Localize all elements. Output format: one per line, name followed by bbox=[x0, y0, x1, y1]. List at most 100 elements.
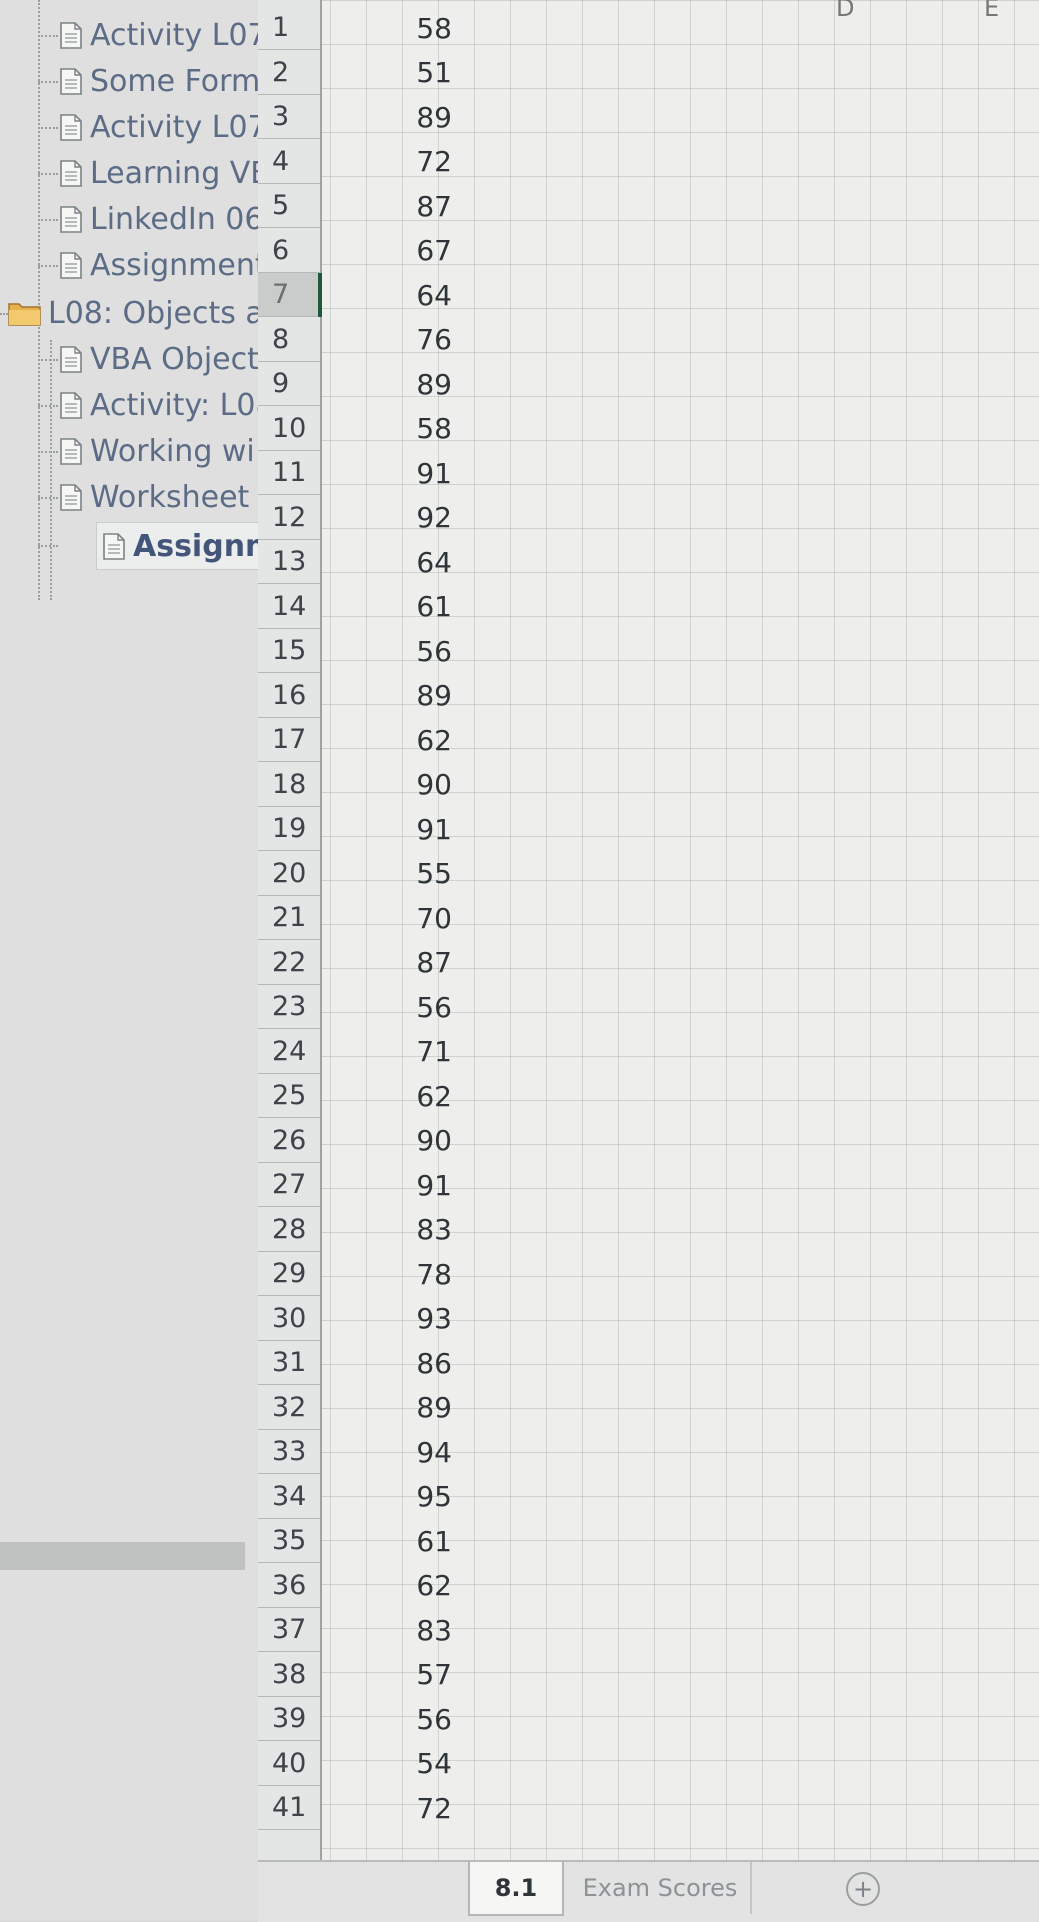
row-header[interactable]: 30 bbox=[258, 1297, 320, 1341]
row-header[interactable]: 34 bbox=[258, 1475, 320, 1519]
tree-doc-item[interactable]: Worksheet bbox=[60, 474, 249, 520]
cell-value[interactable]: 94 bbox=[320, 1430, 460, 1474]
row-header[interactable]: 37 bbox=[258, 1608, 320, 1652]
cell-value[interactable]: 72 bbox=[320, 140, 460, 184]
cell-value[interactable]: 56 bbox=[320, 985, 460, 1029]
cell-value[interactable]: 92 bbox=[320, 496, 460, 540]
column-header-d[interactable]: D bbox=[836, 0, 854, 22]
row-header[interactable]: 6 bbox=[258, 229, 320, 273]
cell-value[interactable]: 91 bbox=[320, 1163, 460, 1207]
cell-value[interactable]: 71 bbox=[320, 1030, 460, 1074]
cell-value[interactable]: 76 bbox=[320, 318, 460, 362]
tree-doc-item[interactable]: LinkedIn 06 bbox=[60, 196, 258, 242]
row-header[interactable]: 28 bbox=[258, 1208, 320, 1252]
row-header[interactable]: 2 bbox=[258, 51, 320, 95]
row-header[interactable]: 17 bbox=[258, 718, 320, 762]
cell-value[interactable]: 72 bbox=[320, 1786, 460, 1830]
cell-value[interactable]: 87 bbox=[320, 184, 460, 228]
row-header[interactable]: 41 bbox=[258, 1786, 320, 1830]
row-header[interactable]: 36 bbox=[258, 1564, 320, 1608]
row-header[interactable]: 12 bbox=[258, 496, 320, 540]
cell-value[interactable]: 64 bbox=[320, 540, 460, 584]
row-header[interactable]: 38 bbox=[258, 1653, 320, 1697]
column-header-e[interactable]: E bbox=[984, 0, 999, 22]
tree-doc-item[interactable]: Assignment bbox=[60, 242, 258, 288]
row-header[interactable]: 24 bbox=[258, 1030, 320, 1074]
cell-value[interactable]: 91 bbox=[320, 451, 460, 495]
row-header[interactable]: 25 bbox=[258, 1074, 320, 1118]
cell-value[interactable]: 95 bbox=[320, 1475, 460, 1519]
cell-value[interactable]: 89 bbox=[320, 95, 460, 139]
cell-value[interactable]: 67 bbox=[320, 229, 460, 273]
row-header[interactable]: 13 bbox=[258, 540, 320, 584]
tree-scrollbar[interactable] bbox=[0, 1542, 245, 1570]
row-header[interactable]: 8 bbox=[258, 318, 320, 362]
tree-doc-item[interactable]: Activity L07 bbox=[60, 12, 258, 58]
tab-8-1[interactable]: 8.1 bbox=[468, 1862, 564, 1916]
tree-doc-item[interactable]: Activity L07 bbox=[60, 104, 258, 150]
row-header[interactable]: 19 bbox=[258, 807, 320, 851]
cell-value[interactable]: 90 bbox=[320, 1119, 460, 1163]
tree-doc-item[interactable]: Activity: L08 bbox=[60, 382, 258, 428]
cell-value[interactable]: 83 bbox=[320, 1608, 460, 1652]
cell-value[interactable]: 83 bbox=[320, 1208, 460, 1252]
tree-folder-item[interactable]: L08: Objects ar bbox=[8, 290, 258, 336]
cell-value[interactable]: 78 bbox=[320, 1252, 460, 1296]
tree-doc-item[interactable]: Some Form bbox=[60, 58, 258, 104]
row-header[interactable]: 3 bbox=[258, 95, 320, 139]
row-header[interactable]: 5 bbox=[258, 184, 320, 228]
cell-value[interactable]: 57 bbox=[320, 1653, 460, 1697]
tree-doc-item[interactable]: Working wi bbox=[60, 428, 255, 474]
row-header[interactable]: 20 bbox=[258, 852, 320, 896]
cell-value[interactable]: 70 bbox=[320, 896, 460, 940]
cell-value[interactable]: 64 bbox=[320, 273, 460, 317]
cell-value[interactable]: 62 bbox=[320, 718, 460, 762]
cell-value[interactable]: 61 bbox=[320, 1519, 460, 1563]
row-header[interactable]: 16 bbox=[258, 674, 320, 718]
row-header[interactable]: 39 bbox=[258, 1697, 320, 1741]
row-header[interactable]: 40 bbox=[258, 1742, 320, 1786]
row-header[interactable]: 22 bbox=[258, 941, 320, 985]
cell-value[interactable]: 58 bbox=[320, 407, 460, 451]
cell-value[interactable]: 54 bbox=[320, 1742, 460, 1786]
cell-value[interactable]: 62 bbox=[320, 1564, 460, 1608]
cell-value[interactable]: 86 bbox=[320, 1341, 460, 1385]
row-header[interactable]: 32 bbox=[258, 1386, 320, 1430]
cell-value[interactable]: 89 bbox=[320, 674, 460, 718]
row-header[interactable]: 9 bbox=[258, 362, 320, 406]
row-header[interactable]: 26 bbox=[258, 1119, 320, 1163]
cell-value[interactable]: 51 bbox=[320, 51, 460, 95]
row-header[interactable]: 11 bbox=[258, 451, 320, 495]
cell-value[interactable]: 58 bbox=[320, 6, 460, 50]
cell-value[interactable]: 62 bbox=[320, 1074, 460, 1118]
row-header[interactable]: 10 bbox=[258, 407, 320, 451]
row-header[interactable]: 23 bbox=[258, 985, 320, 1029]
cell-value[interactable]: 55 bbox=[320, 852, 460, 896]
cell-value[interactable]: 56 bbox=[320, 1697, 460, 1741]
cell-value[interactable]: 93 bbox=[320, 1297, 460, 1341]
row-header[interactable]: 35 bbox=[258, 1519, 320, 1563]
row-header[interactable]: 14 bbox=[258, 585, 320, 629]
row-header[interactable]: 7 bbox=[258, 273, 320, 317]
row-header[interactable]: 33 bbox=[258, 1430, 320, 1474]
cell-value[interactable]: 87 bbox=[320, 941, 460, 985]
tree-doc-item[interactable]: VBA Objects bbox=[60, 336, 258, 382]
tab-exam-scores[interactable]: Exam Scores bbox=[570, 1862, 752, 1914]
cell-value[interactable]: 89 bbox=[320, 1386, 460, 1430]
cell-value[interactable]: 56 bbox=[320, 629, 460, 673]
tree-doc-item[interactable]: Learning VB bbox=[60, 150, 258, 196]
row-header[interactable]: 18 bbox=[258, 763, 320, 807]
row-header[interactable]: 27 bbox=[258, 1163, 320, 1207]
row-header[interactable]: 1 bbox=[258, 6, 320, 50]
cell-value[interactable]: 61 bbox=[320, 585, 460, 629]
row-header[interactable]: 31 bbox=[258, 1341, 320, 1385]
cell-value[interactable]: 91 bbox=[320, 807, 460, 851]
row-header[interactable]: 4 bbox=[258, 140, 320, 184]
row-header[interactable]: 29 bbox=[258, 1252, 320, 1296]
cell-value[interactable]: 90 bbox=[320, 763, 460, 807]
row-header[interactable]: 15 bbox=[258, 629, 320, 673]
row-header[interactable]: 21 bbox=[258, 896, 320, 940]
tree-doc-item[interactable]: Assignme bbox=[96, 522, 258, 570]
add-sheet-button[interactable]: + bbox=[846, 1872, 880, 1906]
cell-value[interactable]: 89 bbox=[320, 362, 460, 406]
